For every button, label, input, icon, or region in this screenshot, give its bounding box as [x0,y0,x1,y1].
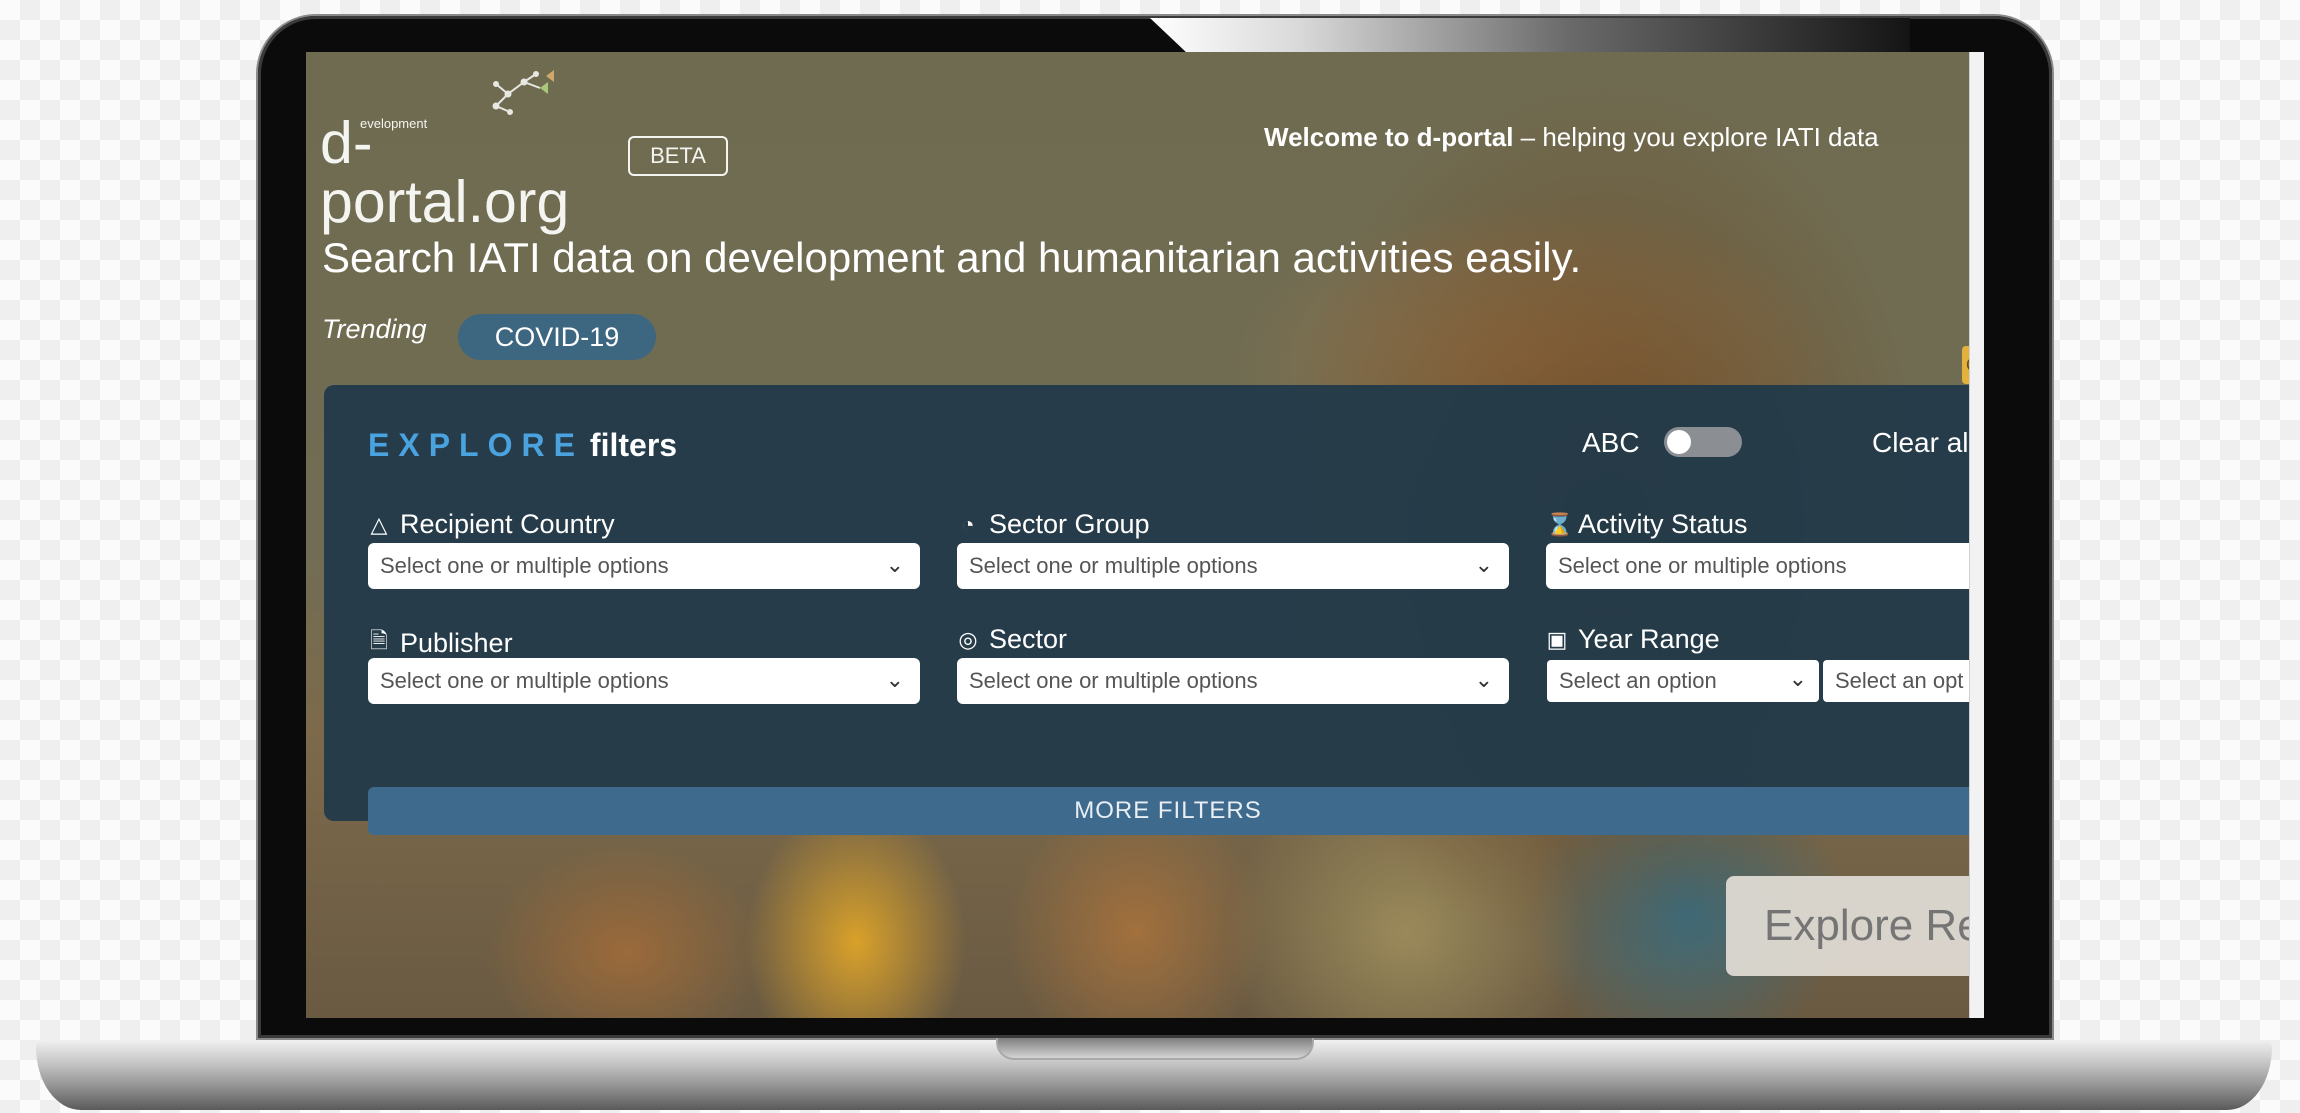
toggle-knob [1667,430,1691,454]
chevron-down-icon: ⌄ [1788,666,1807,691]
warning-triangle-icon: △ [370,511,388,537]
activity-status-label-text: Activity Status [1578,509,1748,539]
sector-group-label-text: Sector Group [989,509,1150,539]
year-range-from-select[interactable]: Select an option ⌄ [1547,660,1819,702]
trending-tag-covid[interactable]: COVID-19 [458,314,656,360]
sector-group-placeholder: Select one or multiple options [969,553,1258,578]
panel-title-filters: filters [589,427,678,463]
document-icon: 🗎 [370,628,388,653]
hourglass-icon: ⌛ [1546,511,1574,537]
page-headline: Search IATI data on development and huma… [322,234,1582,281]
publisher-select[interactable]: Select one or multiple options ⌄ [368,658,920,704]
abc-toggle-label: ABC [1582,427,1640,458]
laptop-opening-notch [996,1038,1314,1060]
panel-title-explore: EXPLORE [368,427,584,463]
recipient-country-select[interactable]: Select one or multiple options ⌄ [368,543,920,589]
trending-label: Trending [322,314,427,344]
recipient-country-label-text: Recipient Country [400,509,615,539]
publisher-label-text: Publisher [400,627,513,658]
logo-wordmark: d-portal.org [320,110,570,235]
bezel-glare [1150,18,1910,54]
activity-status-label: ⌛ Activity Status [1546,509,1748,540]
sector-group-select[interactable]: Select one or multiple options ⌄ [957,543,1509,589]
publisher-placeholder: Select one or multiple options [380,668,669,693]
welcome-message: Welcome to d-portal – helping you explor… [1264,122,1879,153]
browser-viewport: evelopment d-portal.org BETA Welcome to … [306,52,1984,1018]
chevron-down-icon: ⌄ [885,667,904,692]
sector-placeholder: Select one or multiple options [969,668,1258,693]
vertical-scrollbar[interactable] [1969,52,1984,1018]
year-range-to-select[interactable]: Select an opt [1823,660,1984,702]
sector-label-text: Sector [989,624,1068,654]
network-nodes-icon [492,70,554,115]
more-filters-label: MORE FILTERS [1074,797,1262,824]
sector-select[interactable]: Select one or multiple options ⌄ [957,658,1509,704]
sector-group-label: ◔ Sector Group [957,509,1150,540]
panel-title: EXPLORE filters [368,427,677,464]
explore-filters-panel: EXPLORE filters ABC Clear all △ Recipient… [324,385,1984,835]
target-icon: ◎ [958,626,978,652]
explore-results-button[interactable]: Explore Re [1726,876,1984,976]
abc-toggle[interactable] [1664,427,1742,457]
more-filters-button[interactable]: MORE FILTERS [368,787,1984,835]
year-range-label-text: Year Range [1578,624,1720,654]
year-range-from-placeholder: Select an option [1559,668,1717,693]
recipient-country-placeholder: Select one or multiple options [380,553,669,578]
pie-icon: ◔ [961,511,975,537]
calendar-icon: ▣ [1546,626,1568,652]
year-range-label: ▣ Year Range [1546,624,1720,655]
chevron-down-icon: ⌄ [885,552,904,577]
welcome-bold: Welcome to d-portal [1264,122,1514,152]
activity-status-select[interactable]: Select one or multiple options [1546,543,1984,589]
chevron-down-icon: ⌄ [1474,667,1493,692]
year-range-to-placeholder: Select an opt [1835,668,1964,693]
clear-all-button[interactable]: Clear all [1872,427,1975,459]
chevron-down-icon: ⌄ [1474,552,1493,577]
welcome-rest: – helping you explore IATI data [1513,122,1879,152]
publisher-label: 🗎 Publisher [368,624,513,662]
activity-status-placeholder: Select one or multiple options [1558,553,1847,578]
sector-label: ◎ Sector [957,624,1067,655]
recipient-country-label: △ Recipient Country [368,509,615,540]
d-portal-logo[interactable]: evelopment d-portal.org [320,60,620,232]
beta-badge: BETA [628,136,728,176]
